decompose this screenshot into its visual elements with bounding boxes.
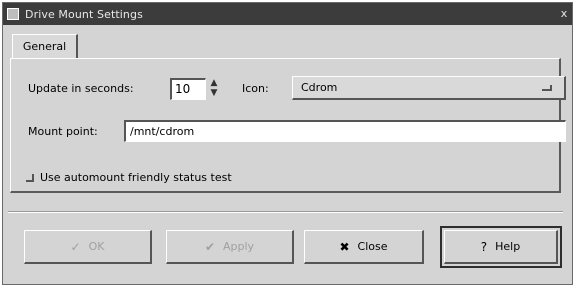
update-seconds-field[interactable]: 10 bbox=[170, 78, 206, 100]
icon-label: Icon: bbox=[242, 82, 269, 95]
window-close-icon[interactable]: x bbox=[559, 7, 569, 20]
spin-buttons[interactable]: ▲ ▼ bbox=[208, 78, 220, 100]
ok-button-label: OK bbox=[88, 240, 105, 253]
icon-select-value: Cdrom bbox=[301, 81, 338, 94]
title-bar[interactable]: Drive Mount Settings x bbox=[3, 3, 572, 25]
ok-button[interactable]: ✓ OK bbox=[24, 230, 152, 264]
spin-up-icon[interactable]: ▲ bbox=[208, 78, 220, 88]
help-button-label: Help bbox=[495, 240, 521, 253]
automount-checkbox-label[interactable]: Use automount friendly status test bbox=[40, 171, 232, 184]
automount-checkbox[interactable] bbox=[26, 174, 34, 182]
apply-button[interactable]: ✔ Apply bbox=[166, 230, 294, 264]
help-button-face[interactable]: ? Help bbox=[444, 230, 558, 264]
checkmark-icon: ✔ bbox=[204, 239, 215, 254]
window-title: Drive Mount Settings bbox=[25, 7, 143, 21]
tab-general[interactable]: General bbox=[12, 34, 78, 58]
option-menu-indicator-icon bbox=[542, 85, 552, 91]
spin-down-icon[interactable]: ▼ bbox=[208, 88, 220, 98]
ok-icon: ✓ bbox=[70, 239, 81, 254]
help-icon: ? bbox=[480, 239, 488, 254]
close-button-label: Close bbox=[357, 240, 388, 253]
mount-point-input[interactable] bbox=[124, 120, 566, 142]
close-button[interactable]: ✖ Close bbox=[304, 230, 424, 264]
button-separator bbox=[8, 211, 563, 213]
window-menu-icon[interactable] bbox=[7, 8, 19, 20]
close-icon: ✖ bbox=[339, 239, 350, 254]
mount-point-label: Mount point: bbox=[28, 125, 98, 138]
help-button[interactable]: ? Help bbox=[440, 226, 562, 268]
apply-button-label: Apply bbox=[223, 240, 255, 253]
icon-select[interactable]: Cdrom bbox=[292, 76, 566, 100]
update-seconds-label: Update in seconds: bbox=[28, 82, 134, 95]
